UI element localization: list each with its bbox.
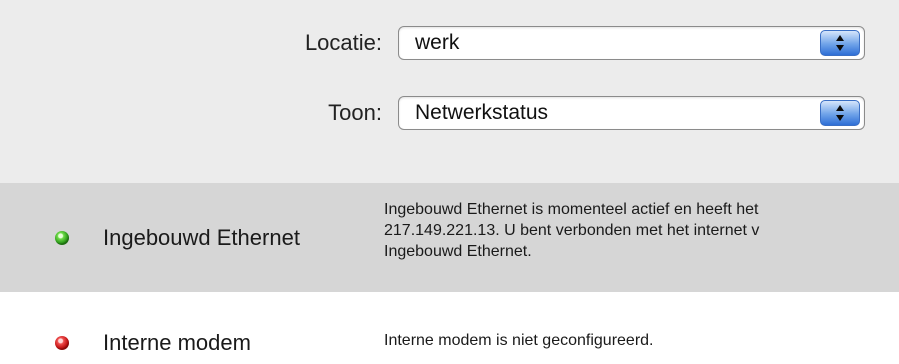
show-value: Netwerkstatus bbox=[415, 101, 549, 124]
status-green-icon bbox=[55, 231, 69, 245]
show-popup[interactable]: Netwerkstatus bbox=[398, 96, 865, 130]
service-description: Ingebouwd Ethernet is momenteel actief e… bbox=[384, 199, 899, 262]
location-popup-arrows-icon bbox=[820, 30, 860, 56]
service-name: Interne modem bbox=[103, 330, 251, 355]
service-row-interne-modem[interactable]: Interne modem Interne modem is niet geco… bbox=[0, 292, 899, 364]
status-red-icon bbox=[55, 336, 69, 350]
service-name: Ingebouwd Ethernet bbox=[103, 225, 300, 250]
description-line: Ingebouwd Ethernet is momenteel actief e… bbox=[384, 201, 759, 218]
service-description: Interne modem is niet geconfigureerd. bbox=[384, 330, 899, 351]
description-line: Interne modem is niet geconfigureerd. bbox=[384, 332, 654, 349]
show-label: Toon: bbox=[328, 100, 382, 125]
location-value: werk bbox=[415, 31, 460, 54]
location-popup[interactable]: werk bbox=[398, 26, 865, 60]
description-line: Ingebouwd Ethernet. bbox=[384, 243, 532, 260]
service-row-ingebouwd-ethernet[interactable]: Ingebouwd Ethernet Ingebouwd Ethernet is… bbox=[0, 183, 899, 292]
show-popup-arrows-icon bbox=[820, 100, 860, 126]
description-line: 217.149.221.13. U bent verbonden met het… bbox=[384, 222, 760, 239]
settings-header-panel: Locatie: werk Toon: Netwerkstatus bbox=[0, 0, 899, 184]
location-label: Locatie: bbox=[304, 30, 382, 55]
